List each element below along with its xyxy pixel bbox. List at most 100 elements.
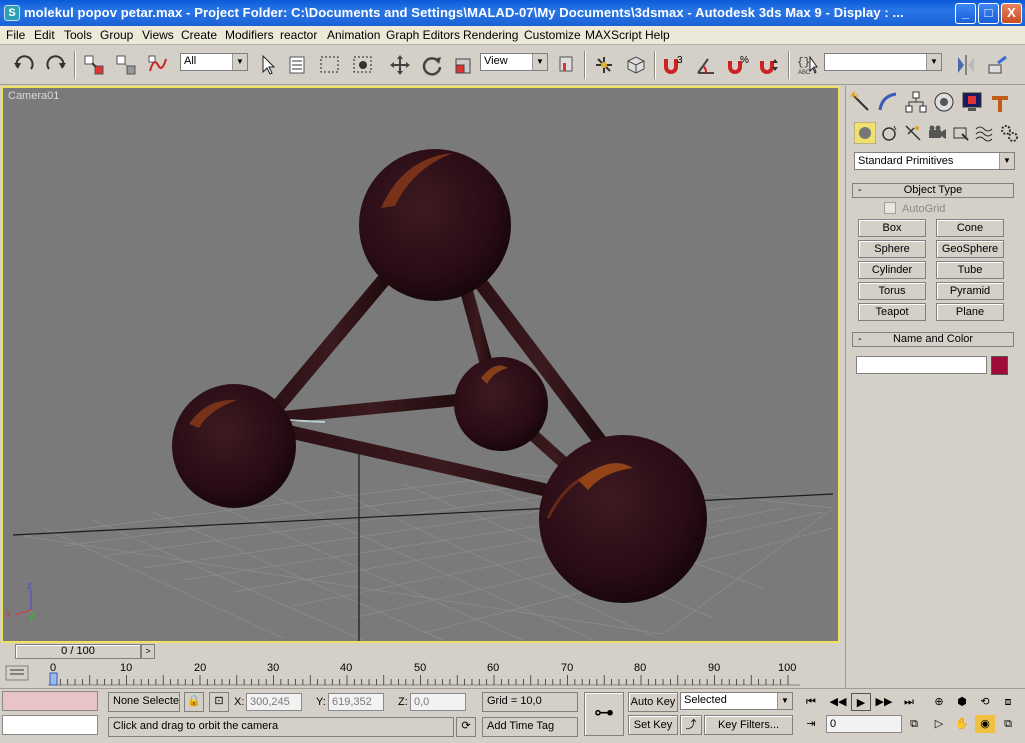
rectangular-selection-icon[interactable] (318, 53, 342, 77)
time-slider-thumb[interactable]: 0 / 100 (15, 644, 141, 659)
object-type-rollout[interactable]: - Object Type (852, 183, 1014, 198)
close-button[interactable]: X (1001, 3, 1022, 24)
selection-filter-dropdown[interactable]: All ▼ (180, 53, 248, 71)
geometry-icon[interactable] (853, 121, 877, 145)
add-time-tag-button[interactable]: Add Time Tag (482, 717, 578, 737)
time-configuration-icon[interactable]: ⧉ (904, 715, 924, 733)
camera-viewport[interactable]: Camera01 z x y (1, 86, 840, 643)
menu-maxscript[interactable]: MAXScript (585, 28, 642, 42)
menu-views[interactable]: Views (142, 28, 174, 42)
next-frame-icon[interactable]: ▶▶ (874, 693, 894, 711)
hierarchy-tab-icon[interactable] (904, 90, 928, 114)
lock-icon[interactable]: 🔒 (184, 692, 204, 712)
cylinder-button[interactable]: Cylinder (858, 261, 926, 279)
select-by-name-icon[interactable] (286, 53, 310, 77)
create-tab-icon[interactable] (848, 90, 872, 114)
bind-space-warp-icon[interactable] (146, 53, 170, 77)
spinner-snap-icon[interactable] (758, 53, 782, 77)
maxscript-input-mini[interactable] (2, 715, 98, 735)
menu-help[interactable]: Help (645, 28, 670, 42)
menu-customize[interactable]: Customize (524, 28, 581, 42)
menu-create[interactable]: Create (181, 28, 217, 42)
torus-button[interactable]: Torus (858, 282, 926, 300)
maximize-viewport-icon[interactable]: ⧈ (998, 693, 1018, 711)
sphere-button[interactable]: Sphere (858, 240, 926, 258)
modify-tab-icon[interactable] (876, 90, 900, 114)
angle-snap-icon[interactable] (694, 53, 718, 77)
3ds-max-icon[interactable]: S (4, 5, 20, 21)
named-selection-dropdown[interactable]: ▼ (824, 53, 942, 71)
zoom-all-icon[interactable]: ⬢ (952, 693, 972, 711)
play-icon[interactable]: ▶ (851, 693, 871, 711)
menu-edit[interactable]: Edit (34, 28, 55, 42)
key-filters-button[interactable]: Key Filters... (704, 715, 793, 735)
unlink-icon[interactable] (114, 53, 138, 77)
mirror-icon[interactable] (954, 53, 978, 77)
tube-button[interactable]: Tube (936, 261, 1004, 279)
object-name-input[interactable] (856, 356, 987, 374)
menu-rendering[interactable]: Rendering (463, 28, 518, 42)
absolute-mode-icon[interactable]: ⊡ (209, 692, 229, 712)
maxscript-listener-mini[interactable] (2, 691, 98, 711)
plane-button[interactable]: Plane (936, 303, 1004, 321)
cameras-icon[interactable] (926, 122, 948, 144)
lights-icon[interactable] (902, 122, 924, 144)
object-color-swatch[interactable] (991, 356, 1008, 375)
systems-icon[interactable] (998, 122, 1020, 144)
set-key-icon[interactable]: ⊶ (584, 692, 624, 736)
name-and-color-rollout[interactable]: - Name and Color (852, 332, 1014, 347)
autogrid-checkbox[interactable]: AutoGrid (884, 202, 945, 215)
display-tab-icon[interactable] (960, 90, 984, 114)
menu-group[interactable]: Group (100, 28, 133, 42)
reference-coord-dropdown[interactable]: View ▼ (480, 53, 548, 71)
field-of-view-icon[interactable]: ▷ (929, 715, 949, 733)
keyboard-shortcut-icon[interactable] (624, 53, 648, 77)
key-mode-toggle-icon[interactable]: ⇥ (801, 715, 821, 733)
go-to-end-icon[interactable]: ⏭ (899, 693, 919, 711)
orbit-icon[interactable]: ⟲ (975, 693, 995, 711)
next-frame-button[interactable]: > (141, 644, 155, 659)
key-curve-icon[interactable]: ⤴ (680, 715, 702, 735)
set-key-button[interactable]: Set Key (628, 715, 678, 735)
menu-graph-editors[interactable]: Graph Editors (386, 28, 460, 42)
menu-tools[interactable]: Tools (64, 28, 92, 42)
edit-named-selection-icon[interactable]: {} ABC (796, 53, 820, 77)
auto-key-button[interactable]: Auto Key (628, 692, 678, 712)
current-frame-field[interactable]: 0 (826, 715, 902, 733)
track-bar[interactable]: 0 10 20 30 40 50 60 70 80 90 100 (0, 661, 845, 688)
shapes-icon[interactable] (878, 122, 900, 144)
geosphere-button[interactable]: GeoSphere (936, 240, 1004, 258)
teapot-button[interactable]: Teapot (858, 303, 926, 321)
percent-snap-icon[interactable]: % (726, 53, 750, 77)
object-category-dropdown[interactable]: Standard Primitives ▼ (854, 152, 1015, 170)
pyramid-button[interactable]: Pyramid (936, 282, 1004, 300)
move-icon[interactable] (388, 53, 412, 77)
go-to-start-icon[interactable]: ⏮ (801, 693, 821, 711)
orbit-camera-icon[interactable]: ◉ (975, 715, 995, 733)
helpers-icon[interactable] (950, 122, 972, 144)
scale-icon[interactable] (452, 53, 476, 77)
space-warps-icon[interactable] (974, 122, 996, 144)
maximize-toggle-icon[interactable]: ⧉ (998, 715, 1018, 733)
zoom-icon[interactable]: ⊕ (929, 693, 949, 711)
pivot-icon[interactable] (554, 53, 578, 77)
x-coordinate-field[interactable]: 300,245 (246, 693, 302, 711)
menu-file[interactable]: File (6, 28, 25, 42)
pan-icon[interactable]: ✋ (952, 715, 972, 733)
undo-icon[interactable] (12, 53, 36, 77)
menu-modifiers[interactable]: Modifiers (225, 28, 274, 42)
box-button[interactable]: Box (858, 219, 926, 237)
select-object-icon[interactable] (256, 53, 280, 77)
utilities-tab-icon[interactable] (988, 90, 1012, 114)
align-icon[interactable] (986, 53, 1010, 77)
menu-animation[interactable]: Animation (327, 28, 380, 42)
select-and-link-icon[interactable] (82, 53, 106, 77)
cone-button[interactable]: Cone (936, 219, 1004, 237)
previous-frame-icon[interactable]: ◀◀ (828, 693, 848, 711)
y-coordinate-field[interactable]: 619,352 (328, 693, 384, 711)
maximize-button[interactable]: □ (978, 3, 999, 24)
motion-tab-icon[interactable] (932, 90, 956, 114)
key-mode-dropdown[interactable]: Selected ▼ (680, 692, 793, 710)
menu-reactor[interactable]: reactor (280, 28, 317, 42)
minimize-button[interactable]: _ (955, 3, 976, 24)
